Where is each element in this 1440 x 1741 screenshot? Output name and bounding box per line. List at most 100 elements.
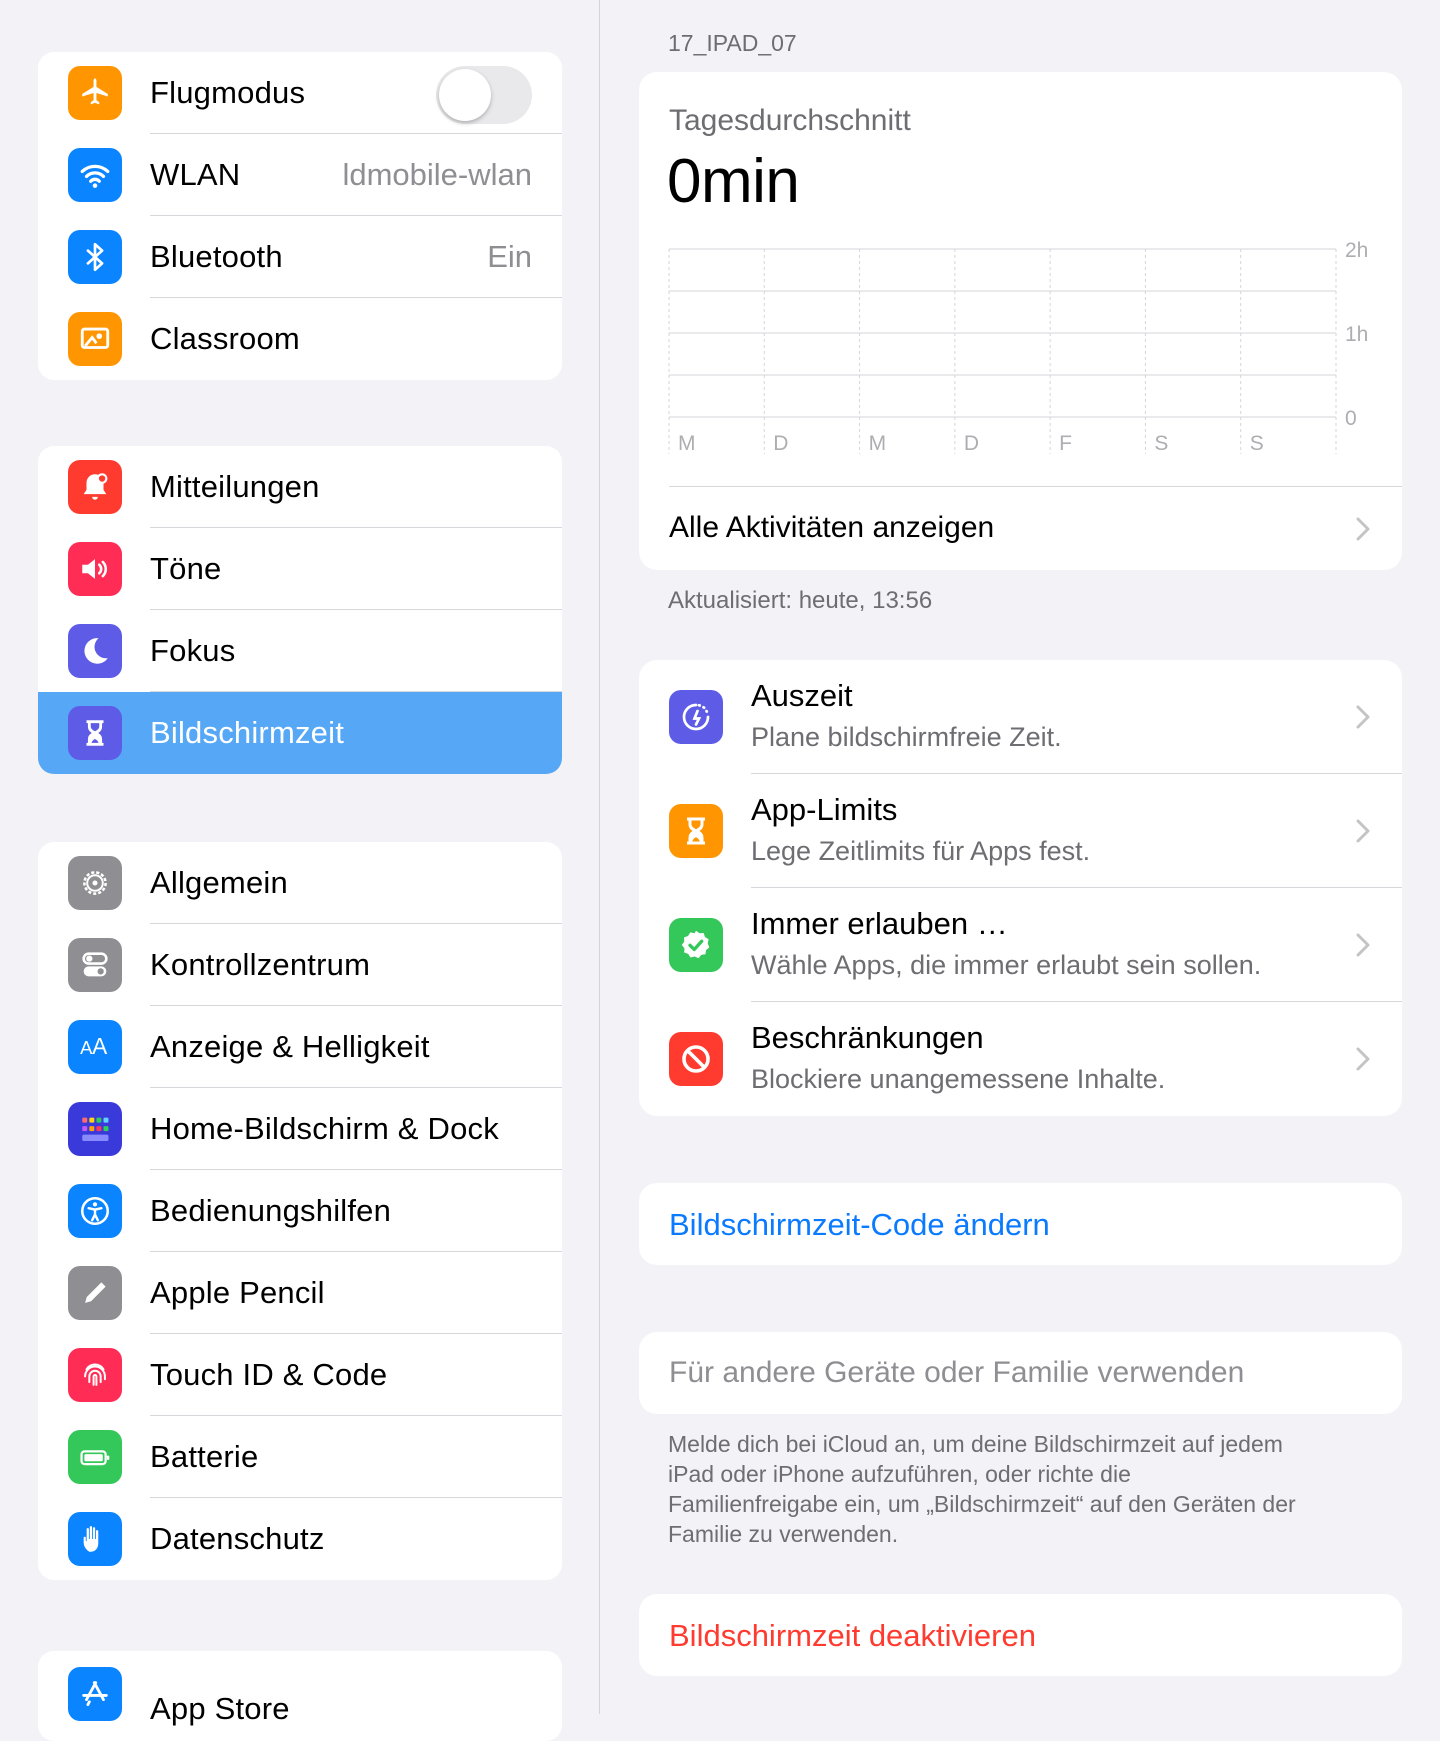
sidebar-item-home-screen[interactable]: Home-Bildschirm & Dock	[38, 1088, 562, 1170]
wifi-icon	[68, 148, 122, 202]
wlan-network-value: ldmobile-wlan	[342, 157, 532, 192]
sidebar-item-classroom[interactable]: Classroom	[38, 298, 562, 380]
battery-icon	[68, 1430, 122, 1484]
sidebar-item-general[interactable]: Allgemein	[38, 842, 562, 924]
notifications-icon	[68, 460, 122, 514]
sidebar-item-accessibility[interactable]: Bedienungshilfen	[38, 1170, 562, 1252]
feature-subtitle: Plane bildschirmfreie Zeit.	[751, 722, 1062, 752]
y-tick-label: 1h	[1345, 323, 1368, 346]
app-limits-row[interactable]: App-Limits Lege Zeitlimits für Apps fest…	[639, 774, 1402, 888]
chevron-right-icon	[1356, 517, 1370, 541]
sidebar-item-notifications[interactable]: Mitteilungen	[38, 446, 562, 528]
sidebar-item-app-store[interactable]: App Store	[38, 1651, 562, 1741]
family-card[interactable]: Für andere Geräte oder Familie verwenden	[639, 1332, 1402, 1414]
footer-line: Familienfreigabe ein, um „Bildschirmzeit…	[668, 1491, 1296, 1517]
sidebar-item-screen-time[interactable]: Bildschirmzeit	[38, 692, 562, 774]
sidebar-item-touch-id[interactable]: Touch ID & Code	[38, 1334, 562, 1416]
hand-icon	[68, 1512, 122, 1566]
airplane-mode-toggle[interactable]	[436, 66, 532, 124]
accessibility-icon	[68, 1184, 122, 1238]
sidebar-item-wlan[interactable]: WLAN ldmobile-wlan	[38, 134, 562, 216]
pencil-icon	[68, 1266, 122, 1320]
switches-icon	[68, 938, 122, 992]
deactivate-card[interactable]: Bildschirmzeit deaktivieren	[639, 1594, 1402, 1676]
chevron-right-icon	[1356, 705, 1370, 729]
sidebar-item-airplane-mode[interactable]: Flugmodus	[38, 52, 562, 134]
gear-icon	[68, 856, 122, 910]
settings-sidebar: Flugmodus WLAN ldmobile-wlan Bluetooth E…	[0, 0, 600, 1741]
all-activity-label: Alle Aktivitäten anzeigen	[669, 511, 995, 544]
chevron-right-icon	[1356, 933, 1370, 957]
feature-subtitle: Wähle Apps, die immer erlaubt sein solle…	[751, 950, 1262, 980]
updated-caption: Aktualisiert: heute, 13:56	[668, 587, 933, 614]
x-tick-label: M	[678, 432, 696, 455]
chevron-right-icon	[1356, 1047, 1370, 1071]
sidebar-item-label: WLAN	[150, 157, 241, 192]
airplane-icon	[68, 66, 122, 120]
sidebar-item-label: App Store	[150, 1691, 290, 1726]
feature-title: App-Limits	[751, 792, 898, 827]
checkmark-badge-icon	[669, 918, 723, 972]
deactivate-button[interactable]: Bildschirmzeit deaktivieren	[669, 1618, 1036, 1654]
sidebar-item-label: Touch ID & Code	[150, 1357, 388, 1392]
downtime-icon	[669, 690, 723, 744]
sidebar-item-focus[interactable]: Fokus	[38, 610, 562, 692]
sidebar-item-apple-pencil[interactable]: Apple Pencil	[38, 1252, 562, 1334]
footer-line: iPad oder iPhone aufzuführen, oder richt…	[668, 1461, 1131, 1487]
connectivity-group: Flugmodus WLAN ldmobile-wlan Bluetooth E…	[38, 52, 562, 380]
sidebar-item-privacy[interactable]: Datenschutz	[38, 1498, 562, 1580]
x-tick-label: F	[1059, 432, 1072, 455]
restrictions-row[interactable]: Beschränkungen Blockiere unangemessene I…	[639, 1002, 1402, 1116]
x-tick-label: M	[869, 432, 887, 455]
screen-time-detail: 17_IPAD_07 Tagesdurchschnitt 0min 2h 1h 0 M…	[600, 0, 1440, 1714]
text-size-icon: AA	[68, 1020, 122, 1074]
feature-title: Auszeit	[751, 678, 853, 713]
feature-title: Beschränkungen	[751, 1020, 984, 1055]
change-code-card[interactable]: Bildschirmzeit-Code ändern	[639, 1183, 1402, 1265]
feature-title: Immer erlauben …	[751, 906, 1008, 941]
feature-subtitle: Blockiere unangemessene Inhalte.	[751, 1064, 1166, 1094]
change-code-button[interactable]: Bildschirmzeit-Code ändern	[669, 1207, 1050, 1243]
sidebar-item-label: Datenschutz	[150, 1521, 325, 1556]
y-tick-label: 2h	[1345, 239, 1368, 262]
sidebar-item-battery[interactable]: Batterie	[38, 1416, 562, 1498]
x-tick-label: S	[1250, 432, 1264, 455]
always-allowed-row[interactable]: Immer erlauben … Wähle Apps, die immer e…	[639, 888, 1402, 1002]
sidebar-item-bluetooth[interactable]: Bluetooth Ein	[38, 216, 562, 298]
hourglass-icon	[669, 804, 723, 858]
general-group: Allgemein Kontrollzentrum AA Anzeige & H…	[38, 842, 562, 1580]
sidebar-item-label: Flugmodus	[150, 75, 306, 110]
sidebar-item-label: Kontrollzentrum	[150, 947, 371, 982]
sidebar-item-control-center[interactable]: Kontrollzentrum	[38, 924, 562, 1006]
sidebar-item-label: Anzeige & Helligkeit	[150, 1029, 430, 1064]
family-setup-button[interactable]: Für andere Geräte oder Familie verwenden	[669, 1356, 1244, 1390]
classroom-icon	[68, 312, 122, 366]
fingerprint-icon	[68, 1348, 122, 1402]
sidebar-item-label: Bluetooth	[150, 239, 283, 274]
x-tick-label: D	[964, 432, 979, 455]
hourglass-icon	[68, 706, 122, 760]
notifications-group: Mitteilungen Töne Fokus Bildschirmzeit	[38, 446, 562, 774]
sidebar-item-display[interactable]: AA Anzeige & Helligkeit	[38, 1006, 562, 1088]
sidebar-item-sounds[interactable]: Töne	[38, 528, 562, 610]
bluetooth-status-value: Ein	[487, 239, 532, 274]
appstore-icon	[68, 1667, 122, 1721]
footer-line: Familie zu verwenden.	[668, 1521, 899, 1547]
family-footer-text: Melde dich bei iCloud an, um deine Bilds…	[668, 1429, 1388, 1549]
sidebar-item-label: Home-Bildschirm & Dock	[150, 1111, 499, 1146]
sidebar-item-label: Allgemein	[150, 865, 288, 900]
features-card: Auszeit Plane bildschirmfreie Zeit. App-…	[639, 660, 1402, 1116]
sidebar-item-label: Bedienungshilfen	[150, 1193, 392, 1228]
sidebar-item-label: Classroom	[150, 321, 300, 356]
usage-card: Tagesdurchschnitt 0min 2h 1h 0 M D M D F S S Alle…	[639, 72, 1402, 570]
y-tick-label: 0	[1345, 407, 1357, 430]
moon-icon	[68, 624, 122, 678]
grid-icon	[68, 1102, 122, 1156]
all-activity-row[interactable]: Alle Aktivitäten anzeigen	[639, 487, 1402, 570]
sidebar-item-label: Bildschirmzeit	[150, 715, 345, 750]
x-tick-label: S	[1154, 432, 1168, 455]
sidebar-item-label: Apple Pencil	[150, 1275, 325, 1310]
speaker-icon	[68, 542, 122, 596]
downtime-row[interactable]: Auszeit Plane bildschirmfreie Zeit.	[639, 660, 1402, 774]
sidebar-item-label: Fokus	[150, 633, 236, 668]
